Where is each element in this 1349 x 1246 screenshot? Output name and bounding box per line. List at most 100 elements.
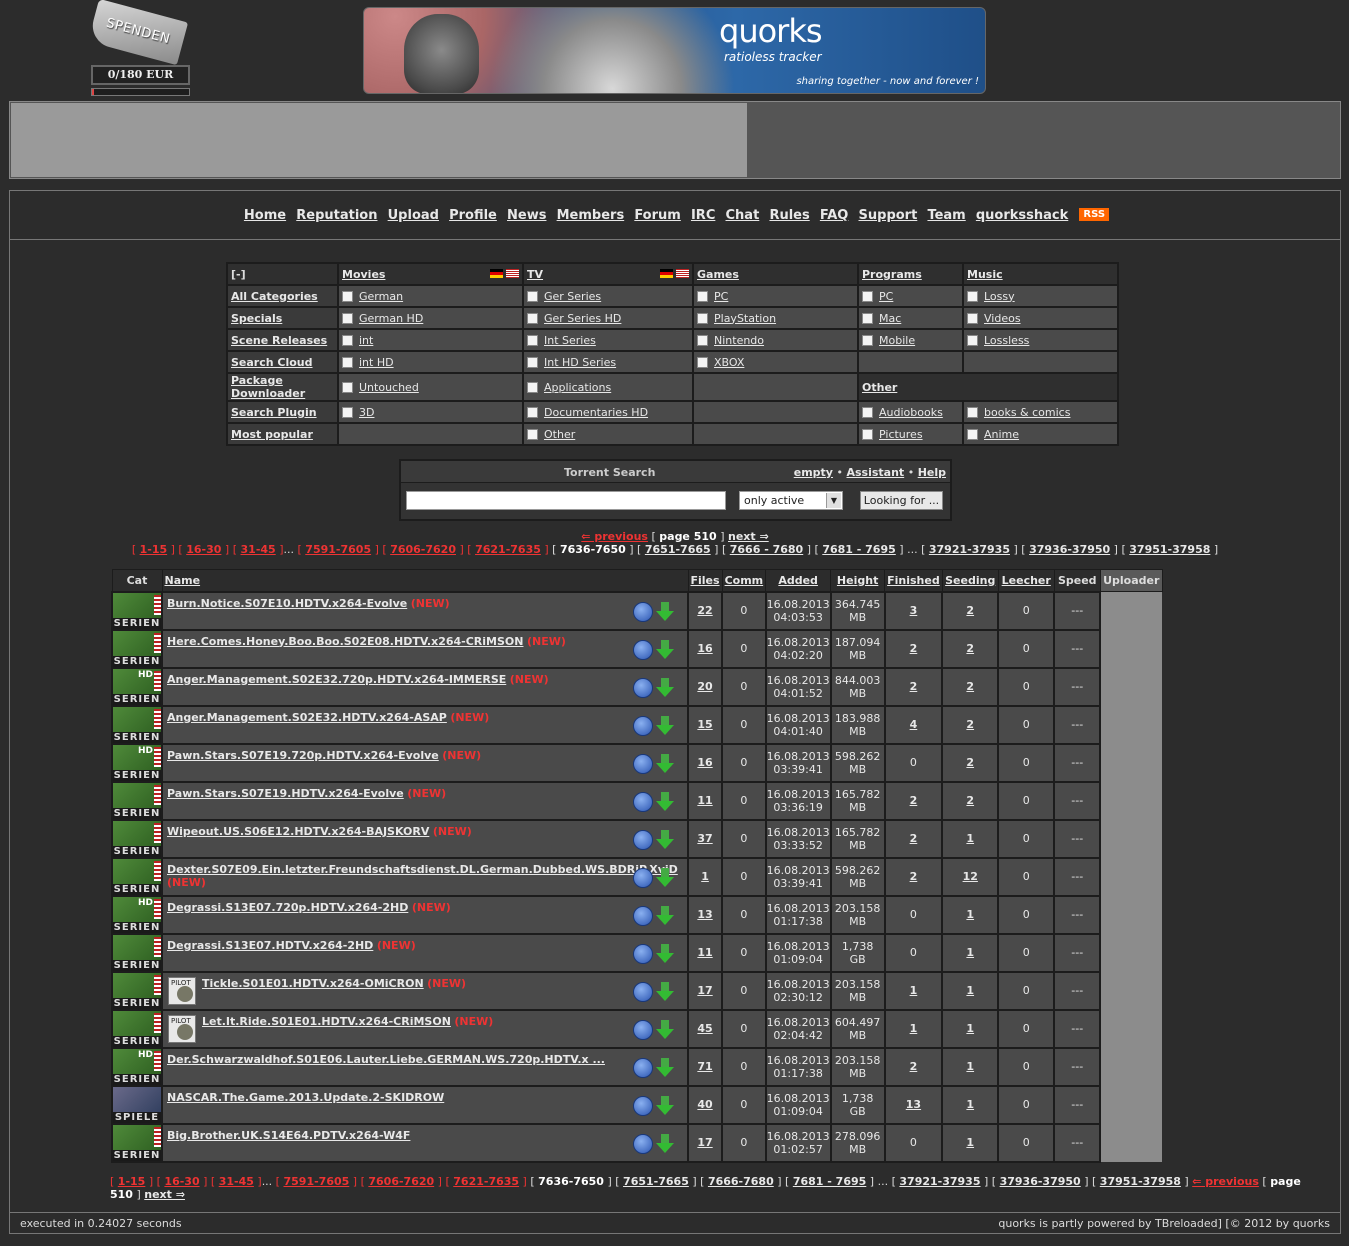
search-empty-link[interactable]: empty	[794, 466, 833, 479]
cat-option-label[interactable]: PC	[879, 290, 893, 303]
seeding-link[interactable]: 2	[966, 794, 974, 807]
cat-option-games-1[interactable]: PlayStation	[692, 306, 859, 330]
thanks-icon[interactable]	[633, 753, 653, 774]
col-sort-link[interactable]: Files	[691, 574, 720, 587]
download-icon[interactable]	[656, 1019, 678, 1040]
collapse-toggle[interactable]: [-]	[226, 262, 339, 286]
category-cell[interactable]: SERIEN	[111, 1008, 163, 1049]
nav-quorksshack[interactable]: quorksshack	[976, 208, 1068, 223]
category-icon[interactable]: HD SERIEN	[113, 896, 161, 933]
cat-header-music-link[interactable]: Music	[967, 268, 1003, 281]
cat-option-label[interactable]: int	[359, 334, 373, 347]
cat-option-games-2[interactable]: Nintendo	[692, 328, 859, 352]
nav-profile[interactable]: Profile	[449, 208, 497, 223]
torrent-name-link[interactable]: Degrassi.S13E07.720p.HDTV.x264-2HD	[167, 901, 408, 914]
next-page-link[interactable]: next ⇒	[728, 530, 769, 543]
cat-header-other-link[interactable]: Other	[862, 381, 897, 394]
download-icon[interactable]	[656, 1133, 678, 1154]
torrent-name-link[interactable]: Dexter.S07E09.Ein.letzter.Freundschaftsd…	[167, 863, 678, 876]
files-link[interactable]: 16	[697, 756, 712, 769]
files-link[interactable]: 37	[697, 832, 712, 845]
thanks-icon[interactable]	[633, 867, 653, 888]
col-leecher[interactable]: Leecher	[997, 569, 1055, 592]
category-icon[interactable]: HD SERIEN	[113, 668, 161, 705]
category-cell[interactable]: HD SERIEN	[111, 666, 163, 707]
cat-option-other-l-1[interactable]: Pictures	[857, 422, 964, 446]
nav-faq[interactable]: FAQ	[820, 208, 849, 223]
checkbox[interactable]	[697, 290, 708, 302]
search-input[interactable]	[406, 491, 726, 510]
page-link[interactable]: 7666-7680	[708, 1175, 774, 1188]
col-files[interactable]: Files	[687, 569, 723, 592]
page-link[interactable]: 1-15	[118, 1175, 146, 1188]
files-link[interactable]: 45	[697, 1022, 712, 1035]
download-icon[interactable]	[656, 601, 678, 622]
thanks-icon[interactable]	[633, 1057, 653, 1078]
cat-option-movies-0[interactable]: German	[337, 284, 524, 308]
seeding-link[interactable]: 1	[966, 946, 974, 959]
cat-option-tv-4[interactable]: Applications	[522, 372, 694, 402]
cat-option-tv-2[interactable]: Int Series	[522, 328, 694, 352]
nav-forum[interactable]: Forum	[634, 208, 681, 223]
category-cell[interactable]: SERIEN	[111, 970, 163, 1011]
thanks-icon[interactable]	[633, 943, 653, 964]
nav-team[interactable]: Team	[927, 208, 965, 223]
previous-page-link[interactable]: ⇐ previous	[1192, 1175, 1259, 1188]
cat-option-label[interactable]: 3D	[359, 406, 374, 419]
cat-option-label[interactable]: XBOX	[714, 356, 744, 369]
cat-option-music-1[interactable]: Videos	[962, 306, 1119, 330]
checkbox[interactable]	[527, 334, 538, 346]
cat-link-4[interactable]: Package Downloader	[231, 374, 305, 400]
cat-link-6[interactable]: Most popular	[231, 428, 313, 441]
download-icon[interactable]	[656, 905, 678, 926]
files-link[interactable]: 15	[697, 718, 712, 731]
page-link[interactable]: 7666 - 7680	[730, 543, 803, 556]
files-link[interactable]: 17	[697, 984, 712, 997]
seeding-link[interactable]: 1	[966, 832, 974, 845]
category-icon[interactable]: SERIEN	[113, 1010, 161, 1047]
cat-option-tv-6[interactable]: Other	[522, 422, 694, 446]
category-icon[interactable]: SERIEN	[113, 1124, 161, 1161]
category-cell[interactable]: HD SERIEN	[111, 894, 163, 935]
category-icon[interactable]: HD SERIEN	[113, 1048, 161, 1085]
checkbox[interactable]	[527, 381, 538, 393]
category-icon[interactable]: HD SERIEN	[113, 744, 161, 781]
category-icon[interactable]: SPIELE	[113, 1086, 161, 1123]
cat-header-programs-link[interactable]: Programs	[862, 268, 922, 281]
seeding-link[interactable]: 2	[966, 680, 974, 693]
checkbox[interactable]	[342, 406, 353, 418]
page-link[interactable]: 16-30	[186, 543, 221, 556]
cat-option-movies-4[interactable]: Untouched	[337, 372, 524, 402]
seeding-link[interactable]: 1	[966, 1098, 974, 1111]
seeding-link[interactable]: 2	[966, 756, 974, 769]
finished-link[interactable]: 2	[910, 794, 918, 807]
page-link[interactable]: 37936-37950	[1000, 1175, 1081, 1188]
cat-option-label[interactable]: PlayStation	[714, 312, 776, 325]
category-icon[interactable]: SERIEN	[113, 782, 161, 819]
cat-option-games-4[interactable]	[692, 372, 859, 402]
torrent-name-link[interactable]: Pawn.Stars.S07E19.HDTV.x264-Evolve	[167, 787, 404, 800]
cat-option-tv-3[interactable]: Int HD Series	[522, 350, 694, 374]
col-name[interactable]: Name	[161, 569, 689, 592]
download-icon[interactable]	[656, 943, 678, 964]
cat-option-games-0[interactable]: PC	[692, 284, 859, 308]
thanks-icon[interactable]	[633, 639, 653, 660]
category-cell[interactable]: SPIELE	[111, 1084, 163, 1125]
search-assistant-link[interactable]: Assistant	[846, 466, 904, 479]
cat-link-3[interactable]: Search Cloud	[231, 356, 313, 369]
page-link[interactable]: 16-30	[164, 1175, 199, 1188]
page-link[interactable]: 37921-37935	[929, 543, 1010, 556]
cat-option-label[interactable]: books & comics	[984, 406, 1070, 419]
files-link[interactable]: 17	[697, 1136, 712, 1149]
thanks-icon[interactable]	[633, 1019, 653, 1040]
cat-option-games-6[interactable]	[692, 422, 859, 446]
checkbox[interactable]	[967, 428, 978, 440]
page-link[interactable]: 7591-7605	[305, 543, 371, 556]
download-icon[interactable]	[656, 1057, 678, 1078]
cat-option-label[interactable]: German HD	[359, 312, 423, 325]
category-icon[interactable]: SERIEN	[113, 630, 161, 667]
cat-option-programs-2[interactable]: Mobile	[857, 328, 964, 352]
search-button[interactable]: Looking for ...	[860, 491, 943, 510]
page-link[interactable]: 1-15	[140, 543, 168, 556]
checkbox[interactable]	[342, 334, 353, 346]
